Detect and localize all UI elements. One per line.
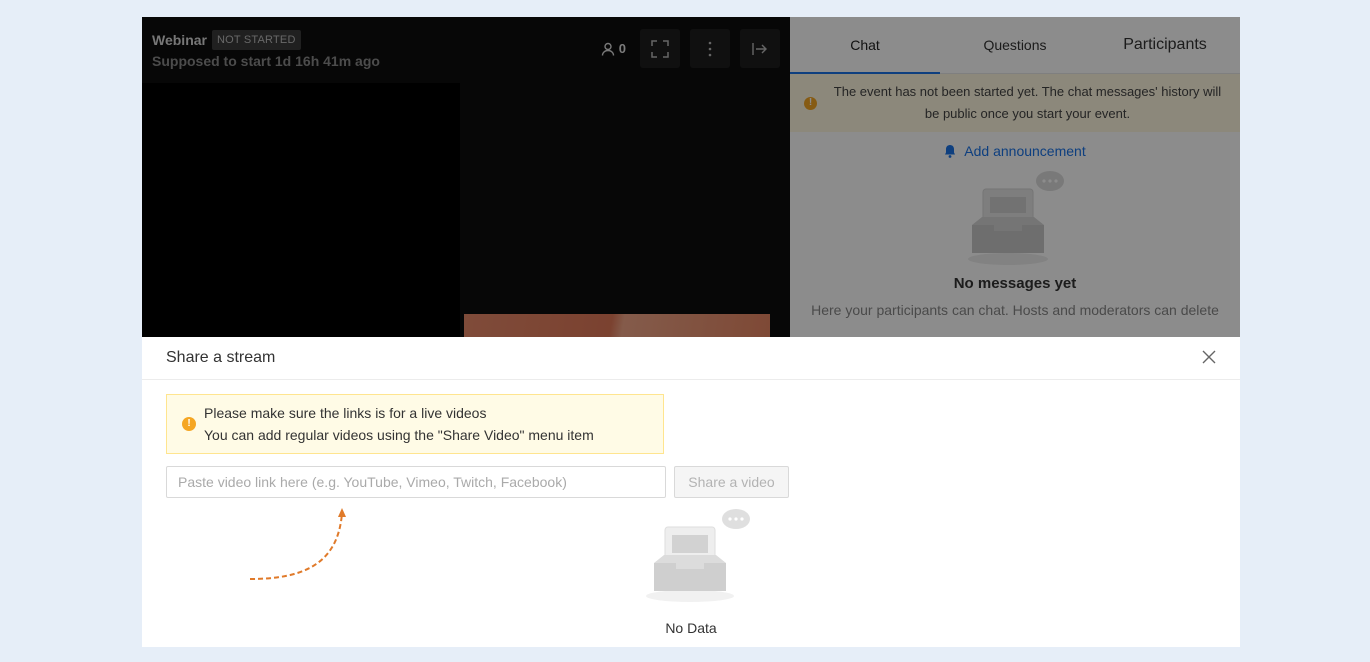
alert-line-2: You can add regular videos using the "Sh… [204, 427, 594, 443]
close-icon[interactable] [1202, 347, 1216, 370]
live-video-alert: ! Please make sure the links is for a li… [166, 394, 664, 454]
alert-content: Please make sure the links is for a live… [204, 402, 594, 446]
empty-inbox-illustration [642, 507, 752, 612]
modal-header: Share a stream [142, 337, 1240, 380]
hint-arrow-icon [249, 508, 346, 580]
share-stream-modal: Share a stream ! Please make sure the li… [142, 337, 1240, 647]
warning-icon: ! [182, 417, 196, 431]
webinar-app: Webinar NOT STARTED Supposed to start 1d… [142, 17, 1240, 647]
no-data-text: No Data [665, 620, 717, 636]
modal-backdrop[interactable] [142, 17, 1240, 337]
share-video-button[interactable]: Share a video [674, 466, 789, 498]
video-link-input[interactable] [166, 466, 666, 498]
modal-title: Share a stream [166, 349, 276, 366]
alert-line-1: Please make sure the links is for a live… [204, 405, 487, 421]
